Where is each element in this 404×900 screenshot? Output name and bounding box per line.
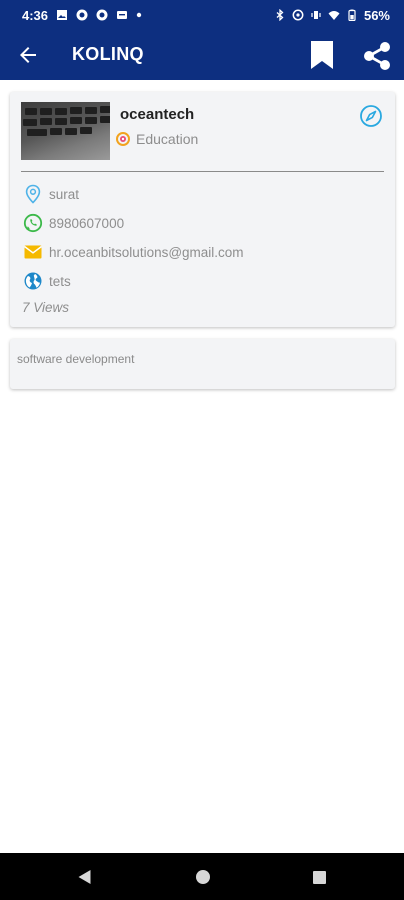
description-text: software development [17,352,135,366]
wifi-icon [328,11,340,20]
business-name: oceantech [120,106,195,123]
compass-icon[interactable] [359,104,383,128]
views-count: 7 Views [22,300,70,315]
category-row: Education [116,131,198,147]
bluetooth-icon [276,9,284,21]
message-notification-icon [117,11,128,19]
nav-home-icon[interactable] [196,870,210,884]
category-icon [116,132,130,146]
app-notification-icon [76,9,88,21]
location-row[interactable]: surat [23,184,79,204]
image-notification-icon [57,10,68,20]
data-saver-icon [292,9,304,21]
more-notifications-dot-icon [136,12,142,18]
location-text: surat [49,186,80,202]
app-title: KOLINQ [72,44,144,64]
category-label: Education [136,131,199,147]
app-notification-icon [96,9,108,21]
phone-row[interactable]: 8980607000 [23,213,124,233]
email-envelope-icon [24,245,42,259]
phone-number-text: 8980607000 [49,215,125,231]
business-thumbnail-image[interactable] [21,102,110,160]
globe-icon [24,272,42,290]
business-info-card: oceantech Education surat 8980607000 hr.… [10,92,395,327]
battery-icon [348,9,356,21]
status-bar: 4:36 56% [0,0,404,30]
share-icon[interactable] [362,41,392,71]
nav-recents-icon[interactable] [313,871,326,884]
location-pin-icon [25,184,41,204]
vibrate-icon [311,11,321,19]
nav-back-icon[interactable] [77,869,93,885]
bookmark-icon[interactable] [310,40,334,70]
email-text: hr.oceanbitsolutions@gmail.com [49,244,244,260]
system-navigation-bar [0,853,404,900]
website-row[interactable]: tets [23,271,71,291]
whatsapp-phone-icon [23,213,43,233]
back-arrow-icon[interactable] [16,43,40,67]
status-time: 4:36 [22,7,49,23]
battery-percentage: 56% [363,7,390,23]
card-divider [21,171,384,172]
website-text: tets [49,273,71,289]
email-row[interactable]: hr.oceanbitsolutions@gmail.com [23,242,244,262]
description-card: software development [10,339,395,389]
app-bar: KOLINQ [0,30,404,80]
